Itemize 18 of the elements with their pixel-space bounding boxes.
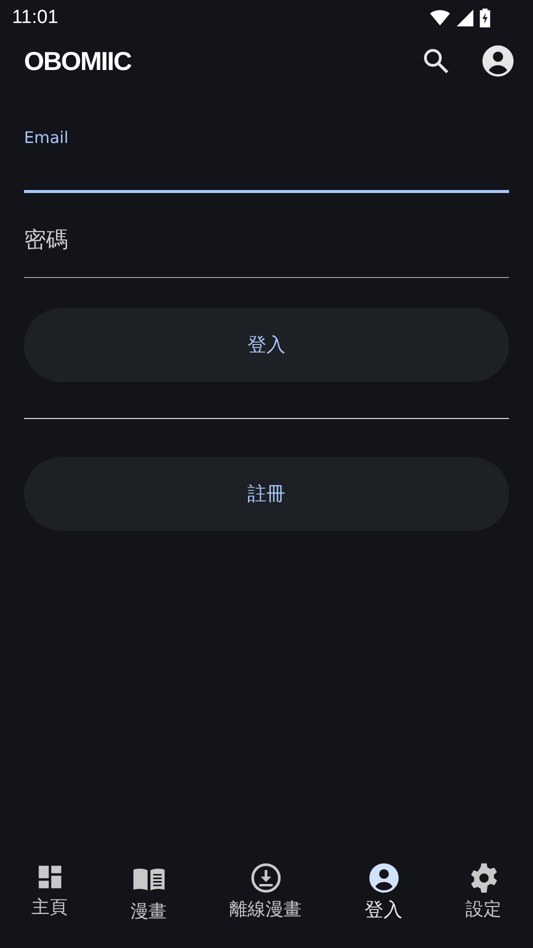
password-field[interactable]: 密碼 [24,203,509,278]
nav-tab[interactable]: 主頁 [28,862,72,940]
wifi-icon [429,8,451,28]
nav-tab[interactable]: 漫畫 [126,862,170,940]
status-time: 11:01 [12,7,58,29]
register-button[interactable]: 註冊 [24,457,509,531]
download-icon [250,862,282,894]
account-icon [368,862,400,894]
battery-icon [479,7,491,29]
app-logo: OBOMIIC [24,46,132,76]
nav-tab[interactable]: 離線漫畫 [226,862,306,940]
email-field[interactable]: Email [24,118,509,193]
nav-tab[interactable]: 設定 [462,862,506,940]
nav-tab[interactable]: 登入 [360,862,406,940]
account-icon [481,44,515,78]
signal-icon [455,8,475,28]
search-icon [421,46,451,76]
login-button[interactable]: 登入 [24,308,509,382]
